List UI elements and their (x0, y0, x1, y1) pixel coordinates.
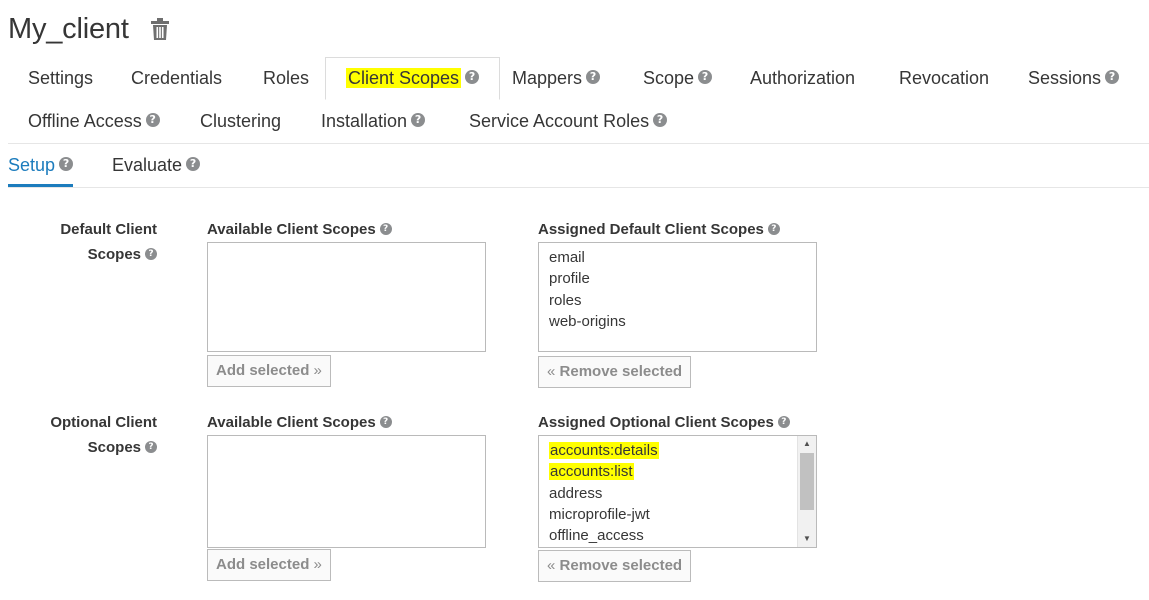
list: accounts:details accounts:list address m… (539, 436, 816, 547)
tab-label: Roles (263, 68, 310, 88)
tab-authorization[interactable]: Authorization (750, 57, 855, 100)
label-line: Default Client (60, 221, 157, 238)
help-icon[interactable]: ? (379, 223, 392, 236)
page-header: My_client (8, 8, 171, 50)
tab-roles[interactable]: Roles (263, 57, 309, 100)
list-item[interactable]: web-origins (549, 311, 806, 332)
optional-assigned-label: Assigned Optional Client Scopes? (538, 414, 790, 431)
scrollbar-thumb[interactable] (800, 453, 814, 510)
subtab-label: Evaluate (112, 155, 183, 175)
tab-label: Clustering (200, 111, 282, 131)
help-icon[interactable]: ? (145, 113, 160, 128)
list: email profile roles web-origins (539, 243, 816, 336)
scrollbar[interactable]: ▲ ▼ (797, 436, 816, 547)
help-icon[interactable]: ? (145, 248, 157, 261)
label-line: Scopes? (7, 435, 157, 460)
default-remove-selected-button[interactable]: « Remove selected (538, 356, 692, 388)
help-icon[interactable]: ? (777, 416, 790, 429)
scroll-up-arrow-icon[interactable]: ▲ (798, 436, 816, 452)
help-icon[interactable]: ? (145, 441, 157, 454)
default-assigned-label: Assigned Default Client Scopes? (538, 221, 780, 238)
tab-mappers[interactable]: Mappers? (512, 57, 601, 100)
list-item[interactable]: profile (549, 268, 806, 289)
list (208, 243, 485, 251)
list-item[interactable]: address (549, 483, 806, 504)
subtab-evaluate[interactable]: Evaluate? (112, 144, 201, 187)
help-icon[interactable]: ? (1105, 70, 1120, 85)
tab-installation[interactable]: Installation? (321, 100, 426, 143)
client-tabs-row-1: Settings Credentials Roles Client Scopes… (8, 57, 1149, 100)
help-icon[interactable]: ? (767, 223, 780, 236)
label-line: Scopes? (7, 242, 157, 267)
optional-add-selected-button[interactable]: Add selected » (207, 549, 331, 581)
tab-scope[interactable]: Scope? (643, 57, 713, 100)
default-assigned-list[interactable]: email profile roles web-origins (538, 242, 817, 352)
list-item[interactable]: accounts:list (549, 461, 806, 482)
page-title: My_client (8, 12, 129, 45)
subtab-setup[interactable]: Setup? (8, 144, 74, 187)
tab-label: Client Scopes (346, 68, 462, 88)
list (208, 436, 485, 444)
client-tabs-row-2: Offline Access? Clustering Installation?… (8, 100, 1149, 144)
help-icon[interactable]: ? (186, 157, 201, 172)
list-item[interactable]: roles (549, 290, 806, 311)
tab-label: Service Account Roles (469, 111, 650, 131)
scope-subtabs: Setup? Evaluate? (8, 144, 1149, 188)
tab-sessions[interactable]: Sessions? (1028, 57, 1120, 100)
list-item[interactable]: microprofile-jwt (549, 504, 806, 525)
default-scopes-label: Default Client Scopes? (7, 217, 157, 267)
help-icon[interactable]: ? (586, 70, 601, 85)
tab-revocation[interactable]: Revocation (899, 57, 989, 100)
tab-service-account-roles[interactable]: Service Account Roles? (469, 100, 668, 143)
tab-label: Installation (321, 111, 408, 131)
tab-label: Scope (643, 68, 695, 88)
subtab-label: Setup (8, 155, 56, 175)
tab-label: Settings (28, 68, 94, 88)
tab-label: Authorization (750, 68, 856, 88)
help-icon[interactable]: ? (698, 70, 713, 85)
help-icon[interactable]: ? (59, 157, 74, 172)
help-icon[interactable]: ? (379, 416, 392, 429)
chevron-left-icon: « (547, 557, 556, 574)
scroll-down-arrow-icon[interactable]: ▼ (798, 531, 816, 547)
tab-label: Mappers (512, 68, 583, 88)
tab-label: Offline Access (28, 111, 142, 131)
default-available-label: Available Client Scopes? (207, 221, 392, 238)
help-icon[interactable]: ? (465, 70, 480, 85)
optional-available-list[interactable] (207, 435, 486, 548)
trash-icon[interactable] (149, 16, 171, 42)
optional-remove-selected-button[interactable]: « Remove selected (538, 550, 692, 582)
optional-available-label: Available Client Scopes? (207, 414, 392, 431)
label-line: Optional Client (50, 414, 157, 431)
tab-label: Credentials (131, 68, 223, 88)
help-icon[interactable]: ? (653, 113, 668, 128)
default-available-list[interactable] (207, 242, 486, 352)
tab-clustering[interactable]: Clustering (200, 100, 281, 143)
chevron-left-icon: « (547, 363, 556, 380)
list-item[interactable]: email (549, 247, 806, 268)
tab-label: Sessions (1028, 68, 1102, 88)
list-item[interactable]: offline_access (549, 525, 806, 546)
optional-assigned-list[interactable]: accounts:details accounts:list address m… (538, 435, 817, 548)
chevron-right-icon: » (313, 556, 322, 573)
chevron-right-icon: » (313, 362, 322, 379)
default-add-selected-button[interactable]: Add selected » (207, 355, 331, 387)
list-item[interactable]: accounts:details (549, 440, 806, 461)
tab-settings[interactable]: Settings (28, 57, 93, 100)
help-icon[interactable]: ? (411, 113, 426, 128)
tab-offline-access[interactable]: Offline Access? (28, 100, 160, 143)
tab-credentials[interactable]: Credentials (131, 57, 222, 100)
tab-client-scopes[interactable]: Client Scopes? (325, 57, 501, 100)
tab-label: Revocation (899, 68, 990, 88)
optional-scopes-label: Optional Client Scopes? (7, 410, 157, 460)
